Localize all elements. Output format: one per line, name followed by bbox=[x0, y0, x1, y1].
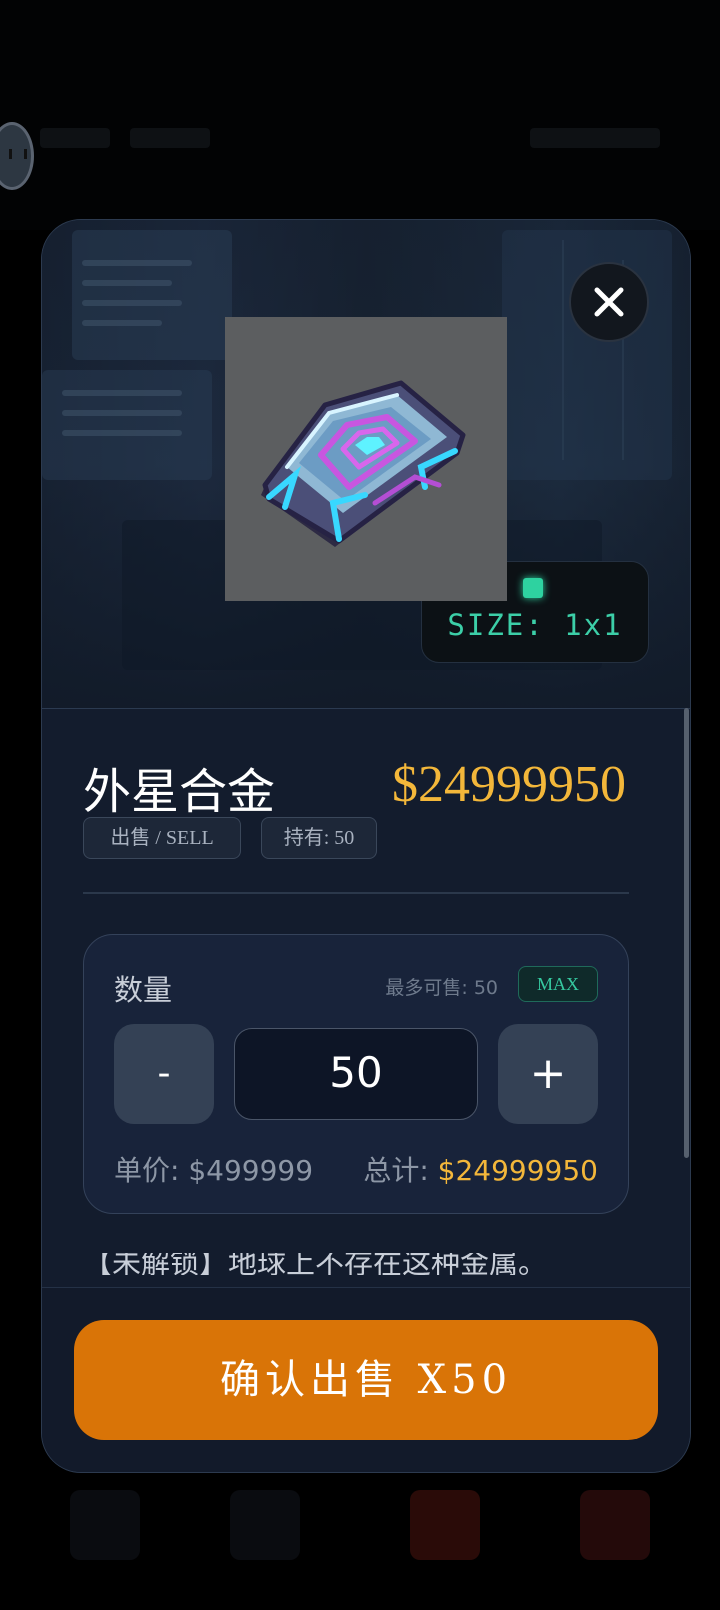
background-monitor bbox=[72, 230, 232, 360]
size-indicator-icon bbox=[523, 578, 543, 598]
max-sellable-text: 最多可售: 50 bbox=[385, 977, 498, 999]
modal-footer: 确认出售 X50 bbox=[42, 1287, 690, 1472]
alien-alloy-ingot-icon bbox=[261, 380, 466, 547]
background-monitor-line bbox=[62, 390, 182, 396]
total-label: 总计: bbox=[363, 1154, 438, 1187]
item-hero-banner: SIZE: 1x1 bbox=[42, 220, 690, 709]
total-value: $24999950 bbox=[437, 1154, 598, 1187]
increase-button[interactable]: + bbox=[498, 1024, 598, 1124]
sell-item-modal: SIZE: 1x1 外星合金 $24999950 出售 / SELL 持有: 5… bbox=[41, 219, 691, 1473]
item-image bbox=[225, 317, 507, 601]
background-nav-icon bbox=[580, 1490, 650, 1560]
close-icon bbox=[594, 287, 624, 317]
background-nav-icon bbox=[230, 1490, 300, 1560]
background-map-line bbox=[562, 240, 564, 460]
total-price: 总计: $24999950 bbox=[363, 1149, 598, 1189]
background-nav-icon bbox=[70, 1490, 140, 1560]
background-hud-element bbox=[40, 128, 110, 148]
quantity-label: 数量 bbox=[114, 973, 173, 1007]
background-monitor bbox=[42, 370, 212, 480]
quantity-input[interactable]: 50 bbox=[234, 1028, 478, 1120]
unit-price: 单价: $499999 bbox=[114, 1154, 314, 1187]
background-monitor-line bbox=[62, 410, 182, 416]
size-label: SIZE: 1x1 bbox=[447, 608, 623, 642]
background-game-screen bbox=[0, 0, 720, 230]
background-monitor-line bbox=[82, 280, 172, 286]
item-name: 外星合金 bbox=[83, 764, 276, 820]
held-count-chip: 持有: 50 bbox=[261, 817, 377, 859]
background-hud-element bbox=[530, 128, 660, 148]
background-nav-icon bbox=[410, 1490, 480, 1560]
sell-mode-chip: 出售 / SELL bbox=[83, 817, 241, 859]
item-description-text: 【未解锁】地球上不存在这种金属。 bbox=[83, 1253, 548, 1275]
item-description: 【未解锁】地球上不存在这种金属。 bbox=[83, 1253, 643, 1275]
decrease-button[interactable]: - bbox=[114, 1024, 214, 1124]
divider bbox=[83, 892, 629, 894]
background-monitor-line bbox=[62, 430, 182, 436]
max-button[interactable]: MAX bbox=[518, 966, 598, 1002]
background-monitor-line bbox=[82, 300, 182, 306]
quantity-card: 数量 最多可售: 50 MAX - 50 + 单价: $499999 总计: $… bbox=[83, 934, 629, 1214]
scrollbar[interactable] bbox=[684, 708, 689, 1158]
background-hud-element bbox=[130, 128, 210, 148]
background-monitor-line bbox=[82, 260, 192, 266]
close-button[interactable] bbox=[569, 262, 649, 342]
item-price: $24999950 bbox=[392, 756, 626, 813]
background-monitor-line bbox=[82, 320, 162, 326]
confirm-sell-button[interactable]: 确认出售 X50 bbox=[74, 1320, 658, 1440]
